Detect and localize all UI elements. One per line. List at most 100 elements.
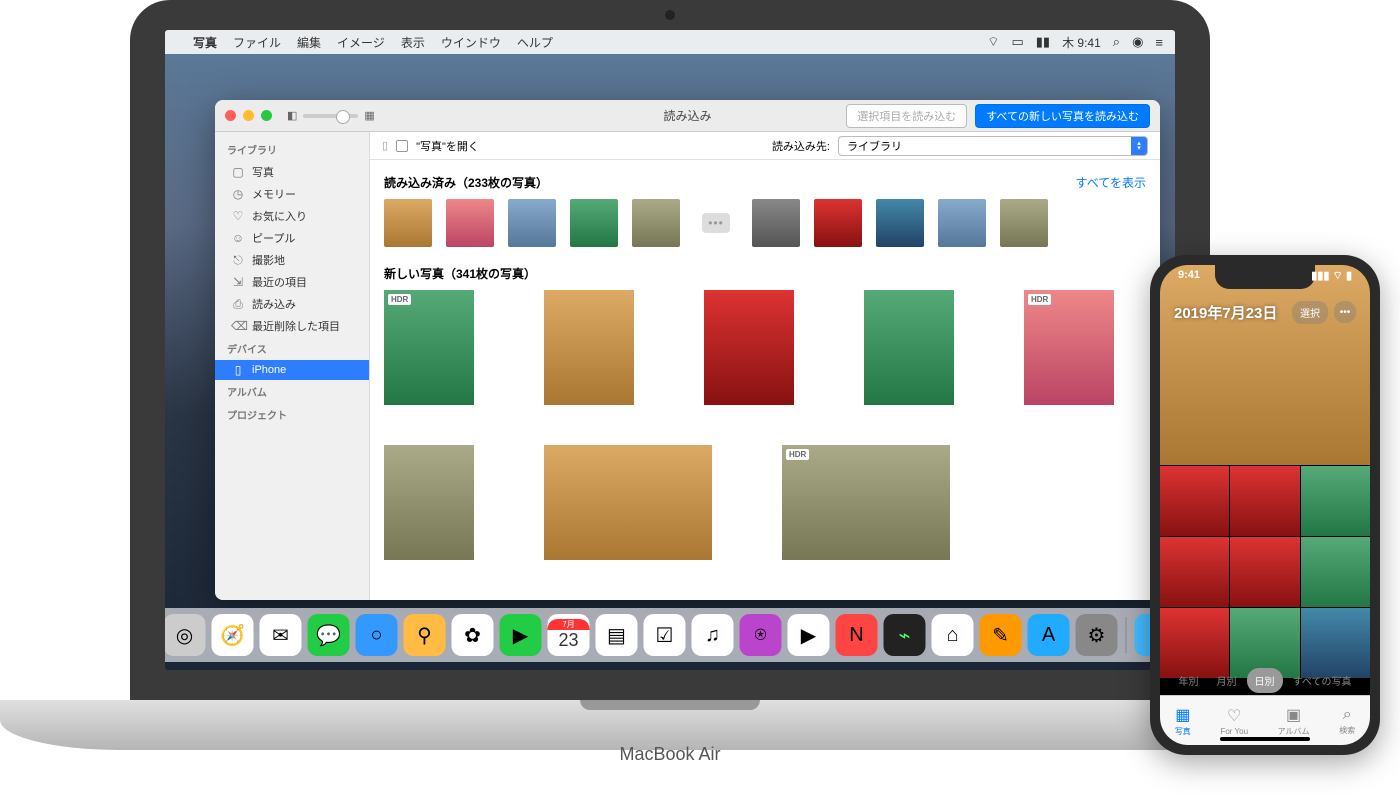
window-title: 読み込み — [663, 107, 711, 124]
battery-icon[interactable]: ▮▮ — [1036, 34, 1050, 50]
segment-all[interactable]: すべての写真 — [1285, 668, 1360, 693]
menubar-item-edit[interactable]: 編集 — [297, 34, 321, 51]
dock-messages-icon[interactable]: 💬 — [308, 614, 350, 656]
imported-thumbnail[interactable] — [384, 199, 432, 247]
dock-news-icon[interactable]: N — [836, 614, 878, 656]
airplay-icon[interactable]: ▭ — [1011, 34, 1023, 50]
sidebar-item-favorites[interactable]: ♡お気に入り — [215, 205, 369, 227]
segment-day[interactable]: 日別 — [1247, 668, 1283, 693]
grid-toggle-icon[interactable]: ▦ — [364, 109, 374, 122]
new-photo-thumbnail[interactable] — [864, 290, 954, 405]
imported-thumbnail[interactable] — [508, 199, 556, 247]
menubar-clock[interactable]: 木 9:41 — [1062, 34, 1101, 51]
new-photo-thumbnail[interactable] — [704, 290, 794, 405]
imported-thumbnail[interactable] — [446, 199, 494, 247]
menubar-item-window[interactable]: ウインドウ — [441, 34, 501, 51]
iphone-photo[interactable] — [1301, 537, 1370, 607]
dock-notes-icon[interactable]: ▤ — [596, 614, 638, 656]
sidebar-item-label: 撮影地 — [252, 252, 285, 268]
iphone-photo[interactable] — [1230, 537, 1299, 607]
imported-thumbnail[interactable] — [1000, 199, 1048, 247]
sidebar-item-trash[interactable]: ⌫最近削除した項目 — [215, 315, 369, 337]
dock-settings-icon[interactable]: ⚙ — [1076, 614, 1118, 656]
iphone-photo[interactable] — [1160, 466, 1229, 536]
imported-thumbnail[interactable] — [938, 199, 986, 247]
menubar-app-name[interactable]: 写真 — [193, 34, 217, 51]
zoom-window-button[interactable] — [261, 110, 272, 121]
select-button[interactable]: 選択 — [1292, 301, 1328, 324]
segment-month[interactable]: 月別 — [1209, 668, 1245, 693]
import-scroll-area[interactable]: 読み込み済み（233枚の写真） すべてを表示 ••• — [370, 160, 1160, 600]
thumbnail-size-slider[interactable] — [303, 114, 358, 118]
import-destination-select[interactable]: ライブラリ ▴▾ — [838, 136, 1148, 156]
window-titlebar[interactable]: ◧ ▦ 読み込み 選択項目を読み込む すべての新しい写真を読み込む — [215, 100, 1160, 132]
tab-photos[interactable]: ▦写真 — [1175, 705, 1191, 737]
imported-thumbnail[interactable] — [876, 199, 924, 247]
open-photos-checkbox[interactable] — [396, 140, 408, 152]
close-window-button[interactable] — [225, 110, 236, 121]
dock-home-icon[interactable]: ⌂ — [932, 614, 974, 656]
new-photo-thumbnail[interactable] — [544, 290, 634, 405]
minimize-window-button[interactable] — [243, 110, 254, 121]
iphone-photo[interactable] — [1160, 265, 1370, 465]
dock-maps-icon[interactable]: ⚲ — [404, 614, 446, 656]
dock-podcasts-icon[interactable]: ⍟ — [740, 614, 782, 656]
sidebar-item-label: 最近削除した項目 — [252, 318, 340, 334]
new-photo-thumbnail[interactable]: HDR — [384, 290, 474, 405]
new-photo-thumbnail[interactable]: HDR — [1024, 290, 1114, 405]
new-photo-thumbnail[interactable]: HDR — [782, 445, 950, 560]
dock-facetime-icon[interactable]: ▶ — [500, 614, 542, 656]
import-selected-button[interactable]: 選択項目を読み込む — [846, 104, 967, 128]
dock-safari-icon[interactable]: 🧭 — [212, 614, 254, 656]
more-button[interactable]: ••• — [1334, 301, 1356, 323]
show-all-link[interactable]: すべてを表示 — [1076, 174, 1146, 191]
sidebar-item-iphone[interactable]: ▯iPhone — [215, 360, 369, 380]
hdr-badge: HDR — [1028, 294, 1051, 305]
spotlight-icon[interactable]: ⌕ — [1113, 34, 1120, 50]
signal-icon: ▮▮▮ — [1311, 270, 1329, 282]
sidebar-item-places[interactable]: ⎋撮影地 — [215, 249, 369, 271]
dock-photos-icon[interactable]: ✿ — [452, 614, 494, 656]
dock-reminders-icon[interactable]: ☑ — [644, 614, 686, 656]
iphone-photo[interactable] — [1301, 466, 1370, 536]
sidebar-item-imports[interactable]: ⎙読み込み — [215, 293, 369, 315]
menubar-item-help[interactable]: ヘルプ — [517, 34, 553, 51]
menubar-item-image[interactable]: イメージ — [337, 34, 385, 51]
wifi-icon[interactable]: ⌔ — [987, 34, 999, 50]
home-indicator[interactable] — [1220, 737, 1310, 741]
sidebar-toggle-icon[interactable]: ◧ — [287, 109, 297, 122]
dock-music-icon[interactable]: ♫ — [692, 614, 734, 656]
sidebar-item-people[interactable]: ☺ピープル — [215, 227, 369, 249]
new-photo-thumbnail[interactable] — [384, 445, 474, 560]
more-indicator[interactable]: ••• — [702, 213, 730, 233]
dock-launchpad-icon[interactable]: ◎ — [165, 614, 206, 656]
tab-search[interactable]: ⌕検索 — [1339, 706, 1355, 736]
control-center-icon[interactable]: ≡ — [1155, 35, 1163, 50]
iphone-photo[interactable] — [1160, 537, 1229, 607]
macbook-frame: 写真 ファイル 編集 イメージ 表示 ウインドウ ヘルプ ⌔ ▭ ▮▮ 木 9:… — [130, 0, 1210, 775]
imported-thumbnail[interactable] — [814, 199, 862, 247]
dock-mail-icon[interactable]: ✉ — [260, 614, 302, 656]
new-photo-thumbnail[interactable] — [544, 445, 712, 560]
sidebar-item-recents[interactable]: ⇲最近の項目 — [215, 271, 369, 293]
tab-foryou[interactable]: ♡For You — [1220, 706, 1248, 736]
dock-pages-icon[interactable]: ✎ — [980, 614, 1022, 656]
segment-year[interactable]: 年別 — [1171, 668, 1207, 693]
siri-icon[interactable]: ◉ — [1132, 34, 1143, 50]
imported-thumbnail[interactable] — [752, 199, 800, 247]
tab-label: 写真 — [1175, 726, 1191, 737]
sidebar-item-memories[interactable]: ◷メモリー — [215, 183, 369, 205]
import-all-button[interactable]: すべての新しい写真を読み込む — [975, 104, 1150, 128]
tab-albums[interactable]: ▣アルバム — [1278, 705, 1310, 737]
dock-tv-icon[interactable]: ▶ — [788, 614, 830, 656]
sidebar-item-photos[interactable]: ▢写真 — [215, 161, 369, 183]
menubar-item-view[interactable]: 表示 — [401, 34, 425, 51]
dock-stocks-icon[interactable]: ⌁ — [884, 614, 926, 656]
dock-calendar-icon[interactable]: 7月23 — [548, 614, 590, 656]
menubar-item-file[interactable]: ファイル — [233, 34, 281, 51]
dock-chat-icon[interactable]: ○ — [356, 614, 398, 656]
imported-thumbnail[interactable] — [570, 199, 618, 247]
imported-thumbnail[interactable] — [632, 199, 680, 247]
iphone-photo[interactable] — [1230, 466, 1299, 536]
dock-appstore-icon[interactable]: A — [1028, 614, 1070, 656]
